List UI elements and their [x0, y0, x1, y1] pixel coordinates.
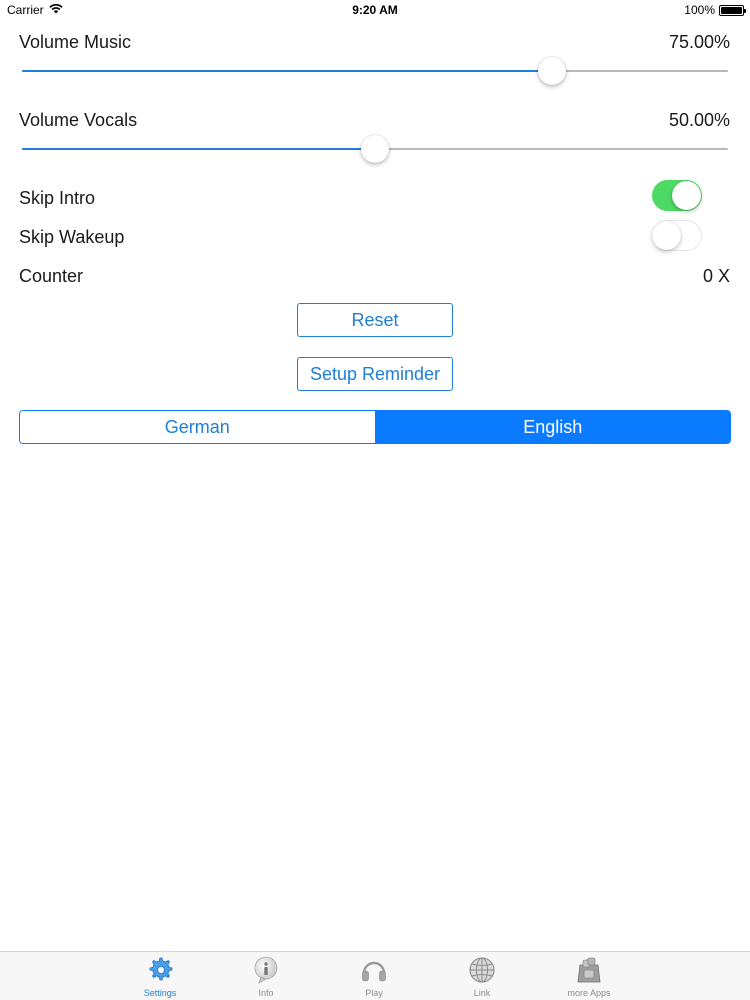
- tab-bar: Settings Info Play Link more Apps: [0, 951, 750, 1000]
- counter-label: Counter: [19, 266, 84, 286]
- tab-link[interactable]: Link: [447, 952, 517, 1000]
- globe-icon: [467, 955, 497, 985]
- volume-music-slider[interactable]: [22, 56, 728, 86]
- status-time: 9:20 AM: [352, 3, 398, 17]
- segment-english[interactable]: English: [375, 411, 730, 443]
- tab-label: Info: [258, 988, 274, 998]
- slider-fill: [22, 70, 552, 72]
- counter-value: 0 X: [702, 266, 730, 286]
- toggle-knob: [672, 181, 701, 210]
- tab-label: Link: [473, 988, 491, 998]
- tab-more-apps[interactable]: more Apps: [554, 952, 624, 1000]
- tab-label: more Apps: [567, 988, 611, 998]
- tab-label: Settings: [143, 988, 177, 998]
- headphones-icon: [359, 955, 389, 985]
- language-segmented-control: German English: [19, 410, 731, 444]
- reset-button[interactable]: Reset: [297, 303, 453, 337]
- volume-vocals-label: Volume Vocals: [19, 110, 138, 130]
- app-store-icon: [574, 955, 604, 985]
- tab-settings[interactable]: Settings: [125, 952, 195, 1000]
- volume-music-label: Volume Music: [19, 32, 132, 52]
- volume-music-value: 75.00%: [668, 32, 730, 52]
- skip-wakeup-toggle[interactable]: [652, 220, 702, 251]
- info-icon: [251, 955, 281, 985]
- volume-vocals-slider[interactable]: [22, 134, 728, 164]
- segment-german[interactable]: German: [20, 411, 376, 443]
- battery-percent: 100%: [684, 3, 715, 17]
- gear-icon: [145, 955, 175, 985]
- battery-icon: [719, 4, 746, 16]
- tab-play[interactable]: Play: [339, 952, 409, 1000]
- slider-thumb[interactable]: [537, 57, 566, 85]
- toggle-knob: [652, 221, 681, 250]
- tab-label: Play: [365, 988, 383, 998]
- skip-wakeup-label: Skip Wakeup: [19, 227, 125, 247]
- status-bar: Carrier 9:20 AM 100%: [0, 0, 750, 20]
- status-battery-group: 100%: [684, 3, 746, 17]
- skip-intro-toggle[interactable]: [652, 180, 702, 211]
- setup-reminder-button[interactable]: Setup Reminder: [297, 357, 453, 391]
- tab-info[interactable]: Info: [231, 952, 301, 1000]
- slider-fill: [22, 148, 375, 150]
- skip-intro-label: Skip Intro: [19, 188, 96, 208]
- slider-thumb[interactable]: [361, 135, 389, 163]
- volume-vocals-value: 50.00%: [668, 110, 730, 130]
